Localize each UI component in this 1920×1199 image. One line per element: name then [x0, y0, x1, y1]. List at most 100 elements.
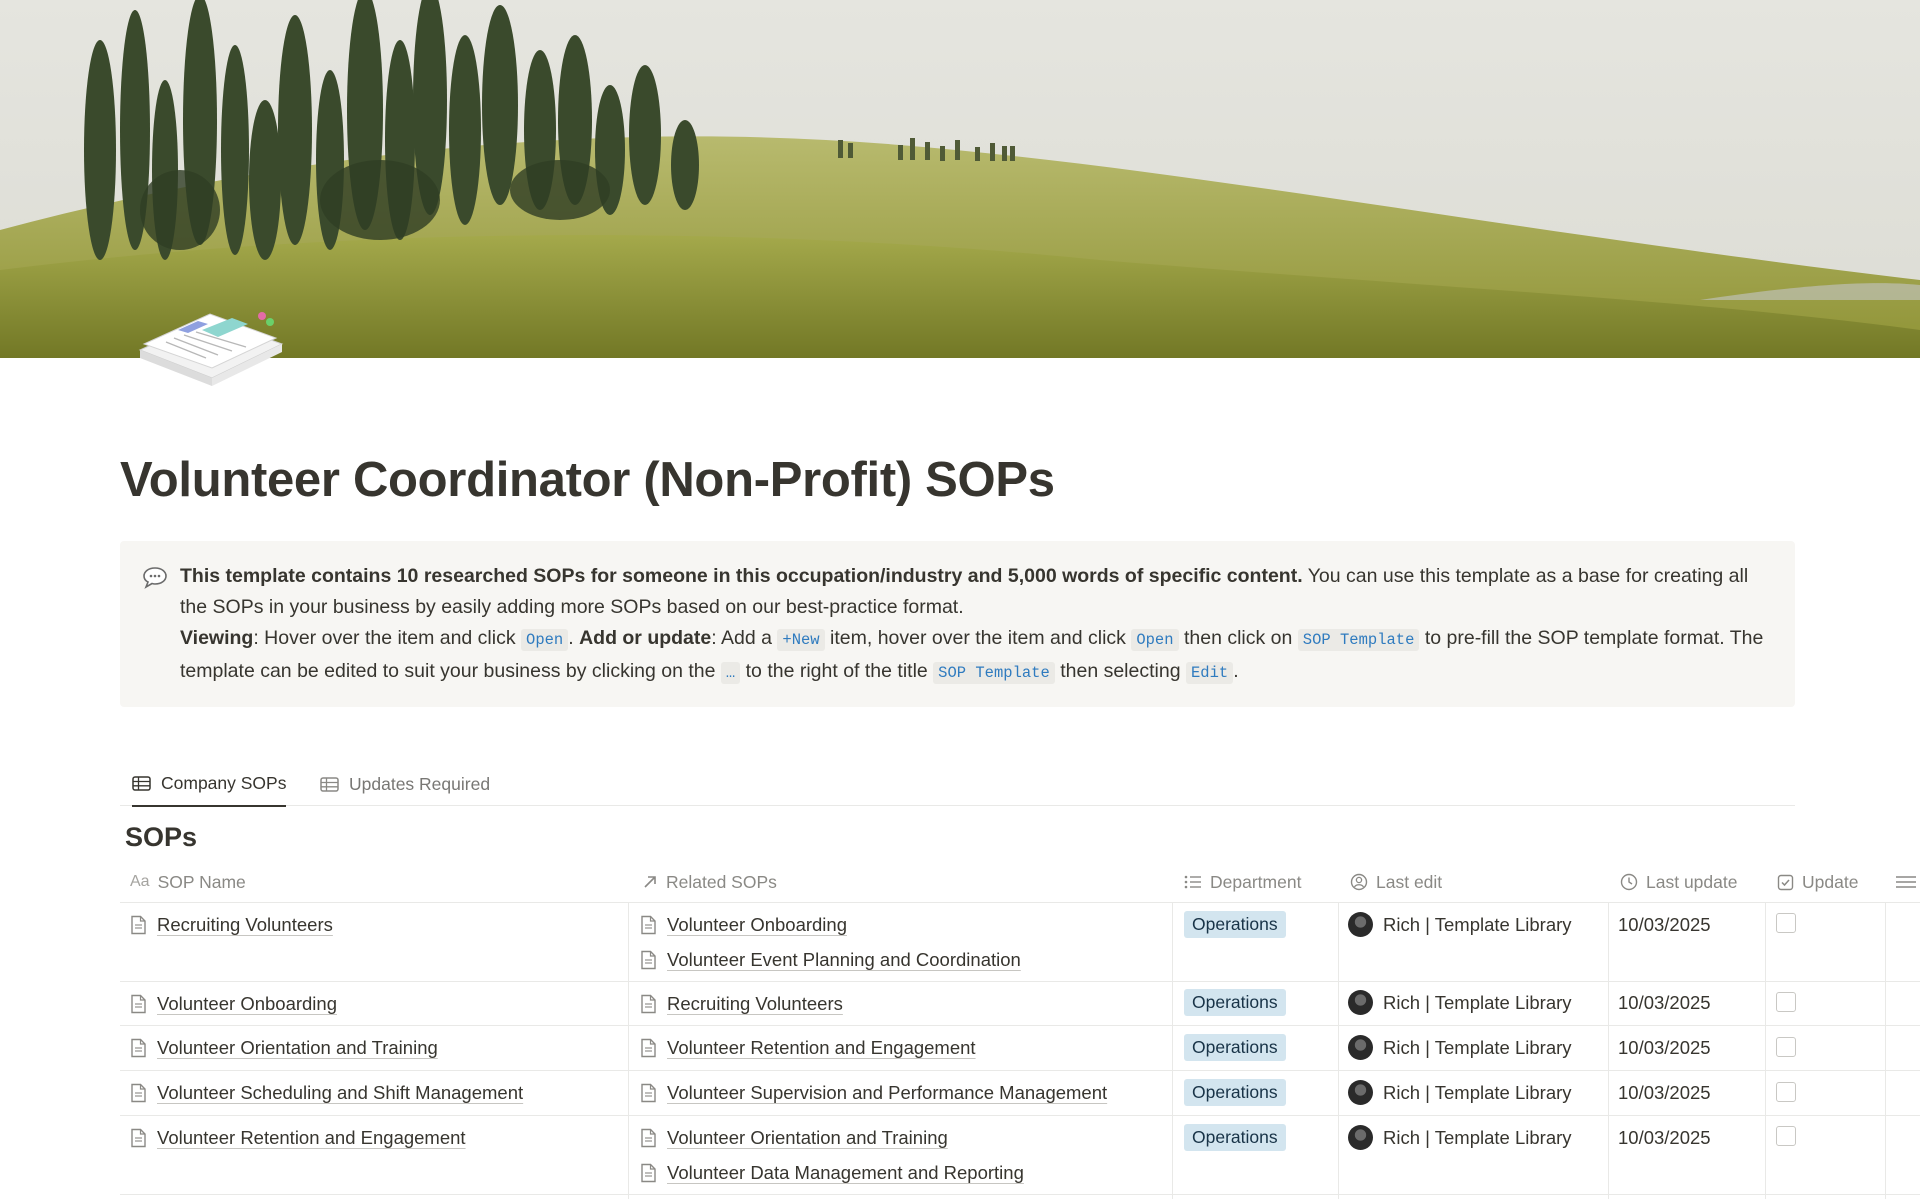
last-update-cell[interactable]: 10/03/2025 [1618, 1037, 1711, 1059]
cover-image [0, 0, 1920, 358]
department-tag: Operations [1184, 1079, 1286, 1106]
page-icon [641, 994, 656, 1013]
row-divider [120, 1194, 1920, 1195]
tab-label: Company SOPs [161, 773, 287, 793]
column-header-department[interactable]: Department [1184, 862, 1301, 902]
column-header-last-update[interactable]: Last update [1620, 862, 1737, 902]
department-cell[interactable]: Operations [1184, 1124, 1286, 1151]
column-header-related-sops[interactable]: Related SOPs [642, 862, 777, 902]
database-title[interactable]: SOPs [125, 822, 197, 853]
column-divider [1765, 902, 1766, 1199]
more-columns-icon[interactable] [1896, 862, 1916, 902]
update-checkbox-cell[interactable] [1776, 1037, 1796, 1057]
last-edit-cell[interactable]: Rich | Template Library [1348, 1035, 1572, 1060]
last-edit-cell[interactable]: Rich | Template Library [1348, 990, 1572, 1015]
update-checkbox[interactable] [1776, 1126, 1796, 1146]
related-sop-link[interactable]: Volunteer Orientation and Training [640, 1120, 1024, 1155]
column-header-label: SOP Name [157, 871, 246, 892]
code-new: +New [777, 629, 825, 651]
speech-bubble-icon[interactable] [142, 565, 168, 595]
related-sop-link[interactable]: Volunteer Retention and Engagement [640, 1030, 976, 1065]
page-icon [131, 994, 146, 1013]
department-cell[interactable]: Operations [1184, 1034, 1286, 1061]
editor-name: Rich | Template Library [1383, 1036, 1572, 1058]
related-sops-cell[interactable]: Volunteer Retention and Engagement [640, 1030, 976, 1065]
tab-company-sops[interactable]: Company SOPs [132, 762, 287, 807]
sop-name: Recruiting Volunteers [157, 913, 333, 935]
table-row-sop-name[interactable]: Recruiting Volunteers [130, 907, 333, 942]
page-title[interactable]: Volunteer Coordinator (Non-Profit) SOPs [120, 452, 1055, 508]
update-checkbox-cell[interactable] [1776, 992, 1796, 1012]
column-divider [1608, 902, 1609, 1199]
related-sop-title: Volunteer Orientation and Training [667, 1126, 948, 1148]
update-checkbox[interactable] [1776, 992, 1796, 1012]
column-header-sop-name[interactable]: Aa SOP Name [130, 862, 246, 902]
callout-text-piece: then selecting [1054, 660, 1186, 682]
code-open-2: Open [1131, 629, 1179, 651]
department-cell[interactable]: Operations [1184, 911, 1286, 938]
viewing-text: : Hover over the item and click [253, 627, 522, 649]
avatar [1348, 1080, 1373, 1105]
last-edit-cell[interactable]: Rich | Template Library [1348, 1125, 1572, 1150]
sop-name: Volunteer Onboarding [157, 992, 337, 1014]
update-checkbox[interactable] [1776, 1037, 1796, 1057]
related-sops-cell[interactable]: Volunteer Onboarding Volunteer Event Pla… [640, 907, 1021, 977]
last-edit-cell[interactable]: Rich | Template Library [1348, 912, 1572, 937]
last-update-cell[interactable]: 10/03/2025 [1618, 1127, 1711, 1149]
related-sop-title: Volunteer Retention and Engagement [667, 1036, 976, 1058]
last-update-cell[interactable]: 10/03/2025 [1618, 992, 1711, 1014]
code-open: Open [521, 629, 569, 651]
page-icon [131, 915, 146, 934]
tab-label: Updates Required [349, 773, 491, 794]
update-checkbox-cell[interactable] [1776, 1126, 1796, 1146]
text-lines-icon [1896, 876, 1916, 888]
update-checkbox[interactable] [1776, 913, 1796, 933]
table-row-sop-name[interactable]: Volunteer Orientation and Training [130, 1030, 438, 1065]
sop-name: Volunteer Scheduling and Shift Managemen… [157, 1081, 524, 1103]
last-update-cell[interactable]: 10/03/2025 [1618, 914, 1711, 936]
table-row-sop-name[interactable]: Volunteer Scheduling and Shift Managemen… [130, 1075, 523, 1110]
row-divider [120, 981, 1920, 982]
related-sop-link[interactable]: Volunteer Data Management and Reporting [640, 1155, 1024, 1190]
callout-text-piece: . [1233, 660, 1239, 682]
related-sop-link[interactable]: Recruiting Volunteers [640, 986, 843, 1021]
related-sops-cell[interactable]: Volunteer Orientation and Training Volun… [640, 1120, 1024, 1190]
update-checkbox-cell[interactable] [1776, 1082, 1796, 1102]
table-row-sop-name[interactable]: Volunteer Onboarding [130, 986, 337, 1021]
text-property-icon: Aa [130, 873, 150, 890]
code-sop-template-2: SOP Template [933, 662, 1055, 684]
tab-updates-required[interactable]: Updates Required [320, 762, 490, 806]
clock-icon [1620, 873, 1638, 891]
table-icon [320, 776, 339, 792]
viewing-label: Viewing [180, 627, 254, 649]
update-checkbox[interactable] [1776, 1082, 1796, 1102]
related-sop-link[interactable]: Volunteer Event Planning and Coordinatio… [640, 942, 1021, 977]
page-icon [131, 1128, 146, 1147]
callout-bold-intro: This template contains 10 researched SOP… [180, 565, 1303, 587]
table-row-sop-name[interactable]: Volunteer Retention and Engagement [130, 1120, 466, 1155]
callout-text-piece: then click on [1178, 627, 1298, 649]
related-sops-cell[interactable]: Volunteer Supervision and Performance Ma… [640, 1075, 1107, 1110]
table-icon [132, 776, 151, 791]
column-header-label: Related SOPs [666, 871, 777, 892]
row-divider [120, 1115, 1920, 1116]
column-header-last-edit[interactable]: Last edit [1350, 862, 1442, 902]
related-sops-cell[interactable]: Recruiting Volunteers [640, 986, 843, 1021]
column-header-label: Last update [1646, 871, 1738, 892]
avatar [1348, 1125, 1373, 1150]
department-tag: Operations [1184, 1124, 1286, 1151]
callout-text-piece: . [568, 627, 580, 649]
department-tag: Operations [1184, 1034, 1286, 1061]
last-edit-cell[interactable]: Rich | Template Library [1348, 1080, 1572, 1105]
department-cell[interactable]: Operations [1184, 1079, 1286, 1106]
header-divider [120, 902, 1920, 903]
avatar [1348, 990, 1373, 1015]
department-cell[interactable]: Operations [1184, 989, 1286, 1016]
column-header-update[interactable]: Update [1777, 862, 1858, 902]
document-stack-icon[interactable] [136, 302, 286, 394]
related-sop-link[interactable]: Volunteer Supervision and Performance Ma… [640, 1075, 1107, 1110]
related-sop-link[interactable]: Volunteer Onboarding [640, 907, 1021, 942]
last-update-cell[interactable]: 10/03/2025 [1618, 1082, 1711, 1104]
editor-name: Rich | Template Library [1383, 913, 1572, 935]
update-checkbox-cell[interactable] [1776, 913, 1796, 933]
